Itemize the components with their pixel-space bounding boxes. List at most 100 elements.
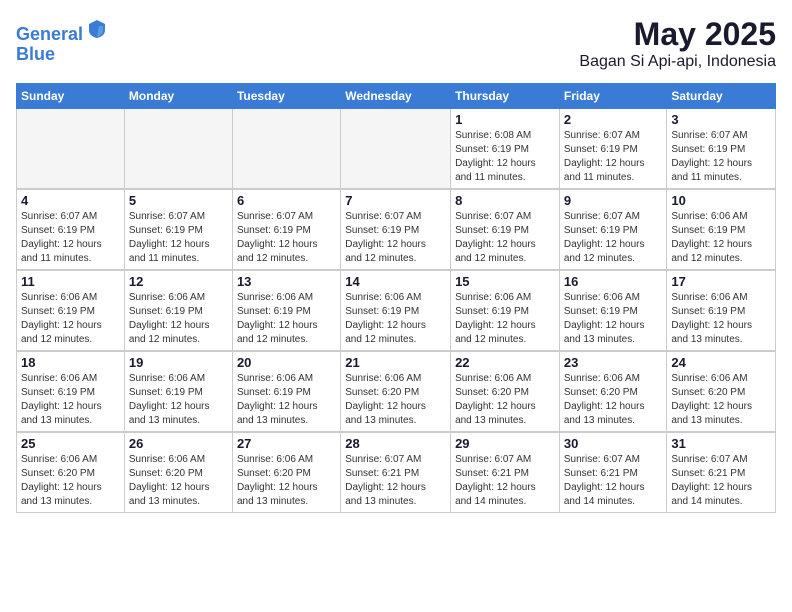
location-title: Bagan Si Api-api, Indonesia xyxy=(579,53,776,71)
calendar-week-row: 25 Sunrise: 6:06 AM Sunset: 6:20 PM Dayli… xyxy=(17,433,776,513)
calendar-header-row: Sunday Monday Tuesday Wednesday Thursday… xyxy=(17,84,776,109)
day-number: 9 xyxy=(564,193,663,208)
day-info: Sunrise: 6:06 AM Sunset: 6:19 PM Dayligh… xyxy=(129,291,228,347)
header-monday: Monday xyxy=(124,84,232,109)
day-number: 11 xyxy=(21,274,120,289)
calendar-day-cell: 14 Sunrise: 6:06 AM Sunset: 6:19 PM Dayli… xyxy=(341,271,451,351)
calendar-day-cell: 8 Sunrise: 6:07 AM Sunset: 6:19 PM Daylig… xyxy=(451,190,560,270)
header-sunday: Sunday xyxy=(17,84,125,109)
day-info: Sunrise: 6:07 AM Sunset: 6:19 PM Dayligh… xyxy=(129,210,228,266)
day-info: Sunrise: 6:06 AM Sunset: 6:20 PM Dayligh… xyxy=(345,372,446,428)
calendar-day-cell: 3Sunrise: 6:07 AM Sunset: 6:19 PM Daylig… xyxy=(667,109,776,189)
calendar-day-cell: 13 Sunrise: 6:06 AM Sunset: 6:19 PM Dayli… xyxy=(232,271,340,351)
day-info: Sunrise: 6:07 AM Sunset: 6:19 PM Dayligh… xyxy=(345,210,446,266)
day-info: Sunrise: 6:07 AM Sunset: 6:19 PM Dayligh… xyxy=(564,210,663,266)
calendar-day-cell: 29 Sunrise: 6:07 AM Sunset: 6:21 PM Dayli… xyxy=(451,433,560,513)
day-number: 29 xyxy=(455,436,555,451)
day-number: 19 xyxy=(129,355,228,370)
calendar-day-cell xyxy=(17,109,125,189)
day-number: 8 xyxy=(455,193,555,208)
logo-blue: Blue xyxy=(16,45,109,65)
day-info: Sunrise: 6:06 AM Sunset: 6:20 PM Dayligh… xyxy=(564,372,663,428)
day-number: 12 xyxy=(129,274,228,289)
day-info: Sunrise: 6:06 AM Sunset: 6:19 PM Dayligh… xyxy=(671,210,771,266)
header-saturday: Saturday xyxy=(667,84,776,109)
calendar-day-cell: 20 Sunrise: 6:06 AM Sunset: 6:19 PM Dayli… xyxy=(232,352,340,432)
header-thursday: Thursday xyxy=(451,84,560,109)
calendar-day-cell: 18Sunrise: 6:06 AM Sunset: 6:19 PM Dayli… xyxy=(17,352,125,432)
day-info: Sunrise: 6:06 AM Sunset: 6:20 PM Dayligh… xyxy=(21,453,120,509)
day-number: 31 xyxy=(671,436,771,451)
day-info: Sunrise: 6:06 AM Sunset: 6:19 PM Dayligh… xyxy=(564,291,663,347)
day-number: 6 xyxy=(237,193,336,208)
calendar-day-cell: 30 Sunrise: 6:07 AM Sunset: 6:21 PM Dayli… xyxy=(559,433,667,513)
calendar-day-cell: 17 Sunrise: 6:06 AM Sunset: 6:19 PM Dayli… xyxy=(667,271,776,351)
day-info: Sunrise: 6:07 AM Sunset: 6:21 PM Dayligh… xyxy=(671,453,771,509)
calendar-day-cell: 28 Sunrise: 6:07 AM Sunset: 6:21 PM Dayli… xyxy=(341,433,451,513)
calendar-day-cell: 23 Sunrise: 6:06 AM Sunset: 6:20 PM Dayli… xyxy=(559,352,667,432)
day-number: 7 xyxy=(345,193,446,208)
day-info: Sunrise: 6:07 AM Sunset: 6:21 PM Dayligh… xyxy=(455,453,555,509)
day-number: 5 xyxy=(129,193,228,208)
day-number: 13 xyxy=(237,274,336,289)
calendar-day-cell xyxy=(124,109,232,189)
calendar-day-cell: 4 Sunrise: 6:07 AM Sunset: 6:19 PM Daylig… xyxy=(17,190,125,270)
day-number: 24 xyxy=(671,355,771,370)
day-number: 16 xyxy=(564,274,663,289)
calendar-day-cell: 15 Sunrise: 6:06 AM Sunset: 6:19 PM Dayli… xyxy=(451,271,560,351)
calendar-day-cell: 26Sunrise: 6:06 AM Sunset: 6:20 PM Dayli… xyxy=(124,433,232,513)
calendar-day-cell: 16 Sunrise: 6:06 AM Sunset: 6:19 PM Dayli… xyxy=(559,271,667,351)
day-info: Sunrise: 6:06 AM Sunset: 6:19 PM Dayligh… xyxy=(21,291,120,347)
calendar-day-cell: 5 Sunrise: 6:07 AM Sunset: 6:19 PM Daylig… xyxy=(124,190,232,270)
calendar-day-cell: 9 Sunrise: 6:07 AM Sunset: 6:19 PM Daylig… xyxy=(559,190,667,270)
day-info: Sunrise: 6:06 AM Sunset: 6:19 PM Dayligh… xyxy=(129,372,228,428)
day-number: 22 xyxy=(455,355,555,370)
day-number: 3 xyxy=(671,112,771,127)
day-info: Sunrise: 6:07 AM Sunset: 6:21 PM Dayligh… xyxy=(564,453,663,509)
calendar-day-cell: 7 Sunrise: 6:07 AM Sunset: 6:19 PM Daylig… xyxy=(341,190,451,270)
logo-text: General xyxy=(16,16,109,45)
calendar-day-cell: 19 Sunrise: 6:06 AM Sunset: 6:19 PM Dayli… xyxy=(124,352,232,432)
calendar-day-cell: 10Sunrise: 6:06 AM Sunset: 6:19 PM Dayli… xyxy=(667,190,776,270)
day-info: Sunrise: 6:06 AM Sunset: 6:19 PM Dayligh… xyxy=(455,291,555,347)
logo-icon xyxy=(85,16,109,40)
calendar-day-cell: 31 Sunrise: 6:07 AM Sunset: 6:21 PM Dayli… xyxy=(667,433,776,513)
title-block: May 2025 Bagan Si Api-api, Indonesia xyxy=(579,16,776,71)
day-info: Sunrise: 6:06 AM Sunset: 6:20 PM Dayligh… xyxy=(237,453,336,509)
day-info: Sunrise: 6:07 AM Sunset: 6:21 PM Dayligh… xyxy=(345,453,446,509)
calendar-day-cell: 11 Sunrise: 6:06 AM Sunset: 6:19 PM Dayli… xyxy=(17,271,125,351)
day-info: Sunrise: 6:08 AM Sunset: 6:19 PM Dayligh… xyxy=(455,129,555,185)
day-number: 30 xyxy=(564,436,663,451)
day-info: Sunrise: 6:07 AM Sunset: 6:19 PM Dayligh… xyxy=(455,210,555,266)
calendar-day-cell: 2Sunrise: 6:07 AM Sunset: 6:19 PM Daylig… xyxy=(559,109,667,189)
calendar-day-cell: 1 Sunrise: 6:08 AM Sunset: 6:19 PM Daylig… xyxy=(451,109,560,189)
day-number: 23 xyxy=(564,355,663,370)
day-number: 14 xyxy=(345,274,446,289)
calendar-day-cell: 6Sunrise: 6:07 AM Sunset: 6:19 PM Daylig… xyxy=(232,190,340,270)
day-info: Sunrise: 6:06 AM Sunset: 6:19 PM Dayligh… xyxy=(237,372,336,428)
calendar-day-cell: 25 Sunrise: 6:06 AM Sunset: 6:20 PM Dayli… xyxy=(17,433,125,513)
header-friday: Friday xyxy=(559,84,667,109)
calendar-week-row: 4 Sunrise: 6:07 AM Sunset: 6:19 PM Daylig… xyxy=(17,190,776,270)
day-info: Sunrise: 6:07 AM Sunset: 6:19 PM Dayligh… xyxy=(21,210,120,266)
calendar-day-cell xyxy=(232,109,340,189)
day-number: 4 xyxy=(21,193,120,208)
day-info: Sunrise: 6:06 AM Sunset: 6:19 PM Dayligh… xyxy=(671,291,771,347)
logo-general: General xyxy=(16,24,83,44)
day-number: 15 xyxy=(455,274,555,289)
calendar-day-cell: 27Sunrise: 6:06 AM Sunset: 6:20 PM Dayli… xyxy=(232,433,340,513)
day-number: 1 xyxy=(455,112,555,127)
calendar-day-cell: 24 Sunrise: 6:06 AM Sunset: 6:20 PM Dayli… xyxy=(667,352,776,432)
day-info: Sunrise: 6:06 AM Sunset: 6:19 PM Dayligh… xyxy=(21,372,120,428)
day-info: Sunrise: 6:06 AM Sunset: 6:19 PM Dayligh… xyxy=(345,291,446,347)
day-number: 21 xyxy=(345,355,446,370)
day-info: Sunrise: 6:07 AM Sunset: 6:19 PM Dayligh… xyxy=(564,129,663,185)
day-number: 25 xyxy=(21,436,120,451)
day-info: Sunrise: 6:06 AM Sunset: 6:20 PM Dayligh… xyxy=(455,372,555,428)
day-number: 28 xyxy=(345,436,446,451)
day-number: 20 xyxy=(237,355,336,370)
day-info: Sunrise: 6:06 AM Sunset: 6:20 PM Dayligh… xyxy=(671,372,771,428)
header-tuesday: Tuesday xyxy=(232,84,340,109)
day-info: Sunrise: 6:06 AM Sunset: 6:19 PM Dayligh… xyxy=(237,291,336,347)
day-number: 17 xyxy=(671,274,771,289)
